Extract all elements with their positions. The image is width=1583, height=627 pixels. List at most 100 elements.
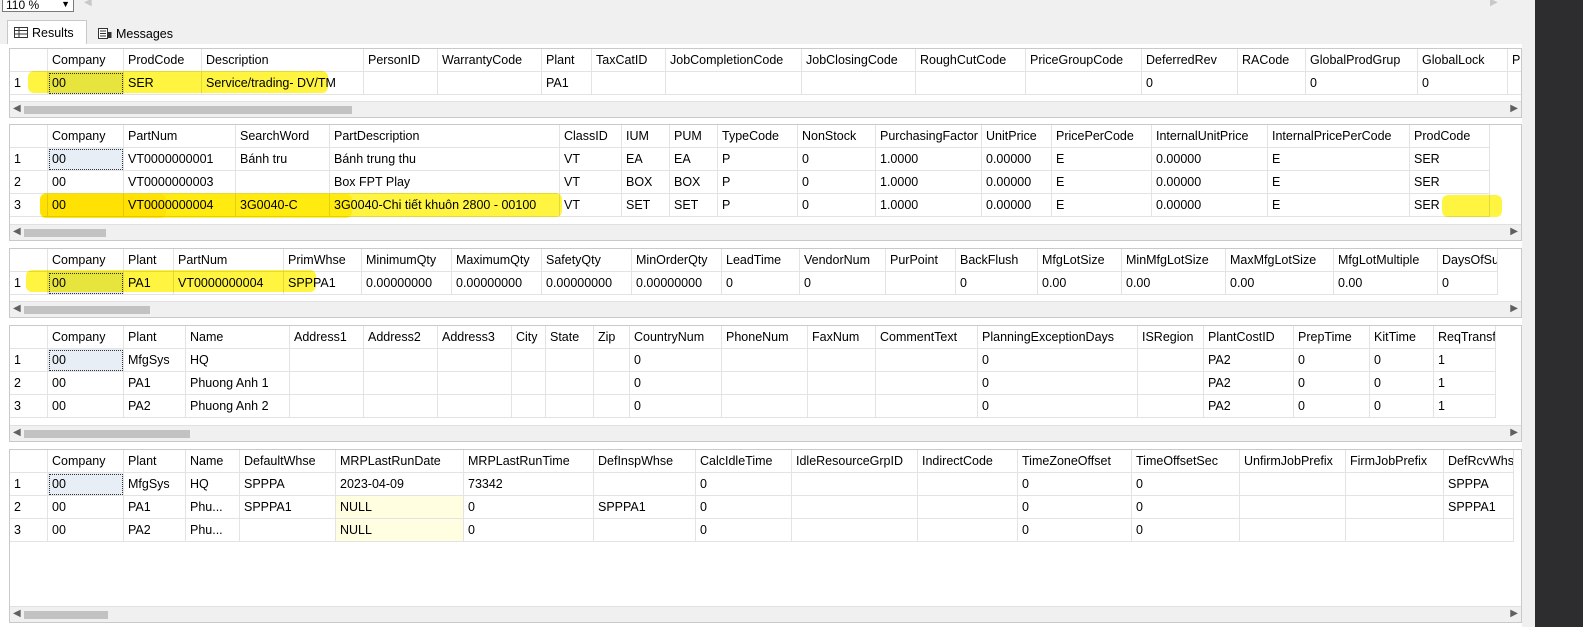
scrollbar-thumb[interactable] [24, 106, 352, 114]
table-cell[interactable] [594, 395, 630, 418]
column-header[interactable]: PlanningExceptionDays [978, 326, 1138, 349]
column-header[interactable]: TaxCatID [592, 49, 666, 72]
table-cell[interactable]: 0 [800, 272, 886, 295]
column-header[interactable]: MfgLotSize [1038, 249, 1122, 272]
column-header[interactable]: ProdCode [124, 49, 202, 72]
table-row[interactable]: 1 00 MfgSys HQ 0 0 PA2 0 0 1 [10, 349, 1521, 372]
table-cell[interactable]: Phu... [186, 496, 240, 519]
table-cell[interactable] [290, 349, 364, 372]
column-header[interactable]: PrimWhse [284, 249, 362, 272]
horizontal-scrollbar[interactable]: ◀ ▶ [10, 101, 1521, 117]
scrollbar-thumb[interactable] [24, 229, 106, 237]
table-row[interactable]: 3 00 PA2 Phu... NULL 0 0 0 0 [10, 519, 1521, 542]
table-cell[interactable]: E [1052, 171, 1152, 194]
table-cell[interactable] [918, 473, 1018, 496]
column-header[interactable]: InternalPricePerCode [1268, 125, 1410, 148]
table-cell[interactable]: 0 [722, 272, 800, 295]
table-cell[interactable]: Service/trading- DV/TM [202, 72, 364, 95]
table-cell[interactable]: SPPPA1 [284, 272, 362, 295]
column-header[interactable]: PurPoint [886, 249, 956, 272]
table-cell[interactable] [876, 372, 978, 395]
horizontal-scrollbar[interactable]: ◀ ▶ [10, 425, 1521, 441]
column-header[interactable]: State [546, 326, 594, 349]
table-cell[interactable] [1138, 372, 1204, 395]
table-cell[interactable] [808, 349, 876, 372]
table-cell[interactable]: 00 [48, 519, 124, 542]
table-cell[interactable]: 00 [48, 272, 124, 295]
column-header[interactable]: NonStock [798, 125, 876, 148]
table-cell[interactable]: 1 [1434, 372, 1496, 395]
table-cell[interactable]: 0 [1142, 72, 1238, 95]
table-cell[interactable] [876, 349, 978, 372]
table-cell[interactable]: 1.0000 [876, 194, 982, 217]
column-header[interactable]: MinMfgLotSize [1122, 249, 1226, 272]
table-cell[interactable]: SPPPA1 [1444, 496, 1514, 519]
results-grid-prodgroup[interactable]: Company ProdCode Description PersonID Warran… [9, 48, 1522, 118]
scroll-right-icon[interactable]: ▶ [1510, 103, 1518, 114]
table-cell[interactable]: Phuong Anh 1 [186, 372, 290, 395]
table-cell[interactable]: SPPPA [240, 473, 336, 496]
table-cell[interactable] [876, 395, 978, 418]
grid-corner[interactable] [10, 249, 48, 272]
table-cell[interactable]: VT0000000004 [174, 272, 284, 295]
table-cell[interactable]: PA2 [124, 519, 186, 542]
column-header[interactable]: PartNum [124, 125, 236, 148]
table-cell[interactable] [1138, 349, 1204, 372]
table-cell[interactable] [546, 349, 594, 372]
table-cell[interactable] [1026, 72, 1142, 95]
table-cell[interactable] [918, 519, 1018, 542]
table-cell[interactable]: PA2 [1204, 372, 1294, 395]
table-cell[interactable]: 1 [1434, 395, 1496, 418]
table-cell[interactable]: 0 [1018, 519, 1132, 542]
table-cell[interactable]: SET [670, 194, 718, 217]
table-cell[interactable] [886, 272, 956, 295]
table-cell[interactable] [792, 473, 918, 496]
table-cell[interactable]: Box FPT Play [330, 171, 560, 194]
scroll-left-icon[interactable]: ◀ [13, 303, 21, 314]
table-cell[interactable] [1240, 519, 1346, 542]
table-cell[interactable]: PA2 [124, 395, 186, 418]
column-header[interactable]: ReqTransfe [1434, 326, 1496, 349]
column-header[interactable]: RoughCutCode [916, 49, 1026, 72]
table-cell[interactable] [808, 395, 876, 418]
column-header[interactable]: ISRegion [1138, 326, 1204, 349]
table-cell[interactable] [1240, 496, 1346, 519]
table-cell[interactable]: Bánh trung thu [330, 148, 560, 171]
column-header[interactable]: MaximumQty [452, 249, 542, 272]
column-header[interactable]: TypeCode [718, 125, 798, 148]
table-cell[interactable] [592, 72, 666, 95]
table-cell[interactable]: MfgSys [124, 473, 186, 496]
column-header[interactable]: GlobalProdGrup [1306, 49, 1418, 72]
table-cell[interactable] [438, 72, 542, 95]
table-row[interactable]: 2 00 PA1 Phuong Anh 1 0 0 PA2 0 0 1 [10, 372, 1521, 395]
table-cell[interactable] [364, 72, 438, 95]
column-header[interactable]: JobCompletionCode [666, 49, 802, 72]
table-cell[interactable]: 0 [978, 372, 1138, 395]
results-grid-plantconfig[interactable]: Company Plant Name DefaultWhse MRPLastRunDat… [9, 449, 1522, 623]
scroll-left-icon[interactable]: ◀ [84, 0, 92, 8]
table-cell[interactable]: 00 [48, 349, 124, 372]
table-cell[interactable]: VT [560, 171, 622, 194]
table-cell[interactable]: 73342 [464, 473, 594, 496]
table-cell[interactable]: 00 [48, 473, 124, 496]
scroll-left-icon[interactable]: ◀ [13, 427, 21, 438]
table-cell[interactable]: 0.00000 [1152, 148, 1268, 171]
table-cell[interactable] [546, 372, 594, 395]
table-row[interactable]: 2 00 PA1 Phu... SPPPA1 NULL 0 SPPPA1 0 0 0 SPPPA1 [10, 496, 1521, 519]
table-cell[interactable]: 0 [1438, 272, 1498, 295]
table-cell[interactable]: EA [622, 148, 670, 171]
table-cell[interactable]: E [1268, 194, 1410, 217]
table-cell[interactable]: 0 [978, 349, 1138, 372]
table-cell[interactable]: SPPPA [1444, 473, 1514, 496]
column-header[interactable]: IdleResourceGrpID [792, 450, 918, 473]
scroll-left-icon[interactable]: ◀ [13, 103, 21, 114]
table-row[interactable]: 1 00 PA1 VT0000000004 SPPPA1 0.00000000 0.0000… [10, 272, 1521, 295]
table-cell[interactable]: NULL [336, 519, 464, 542]
column-header[interactable]: IndirectCode [918, 450, 1018, 473]
table-cell[interactable] [722, 395, 808, 418]
table-cell[interactable]: Bánh tru [236, 148, 330, 171]
table-cell[interactable] [1138, 395, 1204, 418]
table-cell[interactable]: 0.00000 [1152, 194, 1268, 217]
column-header[interactable]: Company [48, 326, 124, 349]
table-cell[interactable]: 0 [1294, 349, 1370, 372]
